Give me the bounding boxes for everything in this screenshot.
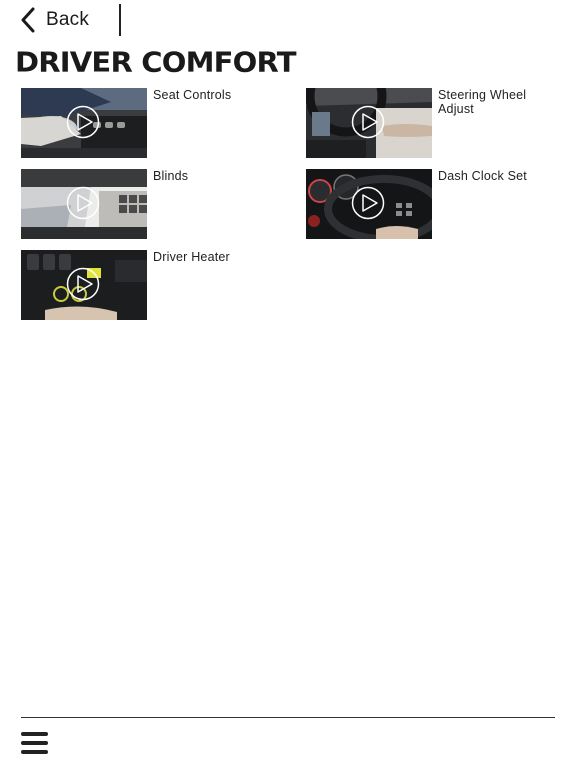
video-tile-seat-controls[interactable]: Seat Controls <box>21 88 263 158</box>
video-title: Driver Heater <box>153 250 230 264</box>
video-title: Seat Controls <box>153 88 232 102</box>
header-divider <box>119 4 121 36</box>
play-icon <box>66 267 100 301</box>
chevron-left-icon <box>21 7 35 33</box>
play-icon <box>66 105 100 139</box>
menu-bar <box>21 732 48 736</box>
video-thumbnail[interactable] <box>21 169 147 239</box>
top-bar: Back <box>0 0 576 40</box>
hamburger-menu-icon[interactable] <box>21 732 48 754</box>
play-icon <box>66 186 100 220</box>
video-thumbnail[interactable] <box>306 169 432 239</box>
page-title: DRIVER COMFORT <box>15 46 297 79</box>
video-tile-steering-wheel-adjust[interactable]: Steering Wheel Adjust <box>306 88 548 158</box>
play-icon <box>351 105 385 139</box>
video-title: Blinds <box>153 169 189 183</box>
video-tile-dash-clock-set[interactable]: Dash Clock Set <box>306 169 548 239</box>
video-thumbnail[interactable] <box>21 88 147 158</box>
menu-bar <box>21 741 48 745</box>
footer-divider <box>21 717 555 718</box>
video-title: Steering Wheel Adjust <box>438 88 527 116</box>
menu-bar <box>21 750 48 754</box>
video-thumbnail[interactable] <box>306 88 432 158</box>
play-icon <box>351 186 385 220</box>
back-button[interactable]: Back <box>20 6 89 34</box>
video-tile-blinds[interactable]: Blinds <box>21 169 263 239</box>
video-tile-driver-heater[interactable]: Driver Heater <box>21 250 263 320</box>
video-thumbnail[interactable] <box>21 250 147 320</box>
video-title: Dash Clock Set <box>438 169 527 183</box>
back-label: Back <box>46 9 90 30</box>
